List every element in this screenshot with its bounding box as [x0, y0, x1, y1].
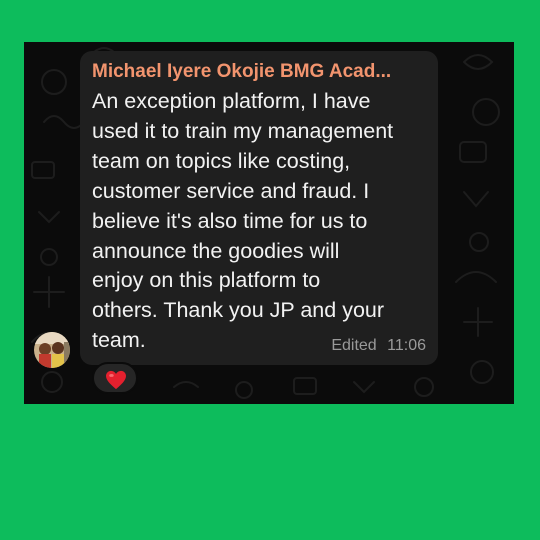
message-line: used it to train my management [92, 118, 394, 143]
message-line: others. Thank you JP and your [92, 298, 385, 323]
reaction-badge[interactable] [92, 362, 138, 394]
edited-label: Edited [331, 337, 377, 354]
message-line: enjoy on this platform to [92, 268, 321, 293]
message-line: An exception platform, I have [92, 89, 371, 113]
message-meta: Edited 11:06 [331, 337, 426, 355]
sender-name[interactable]: Michael Iyere Okojie BMG Acad... [92, 61, 432, 83]
message-bubble[interactable]: Michael Iyere Okojie BMG Acad... An exce… [80, 51, 438, 365]
message-line: customer service and fraud. I [92, 178, 370, 203]
avatar[interactable] [34, 332, 70, 368]
message-time: 11:06 [387, 337, 426, 354]
message-text: An exception platform, I have used it to… [92, 87, 432, 356]
heart-icon [106, 370, 126, 390]
message-line: team on topics like costing, [92, 148, 351, 173]
message-line: believe it's also time for us to [92, 208, 368, 233]
message-line: announce the goodies will [92, 238, 340, 263]
chat-area: Michael Iyere Okojie BMG Acad... An exce… [24, 42, 514, 404]
